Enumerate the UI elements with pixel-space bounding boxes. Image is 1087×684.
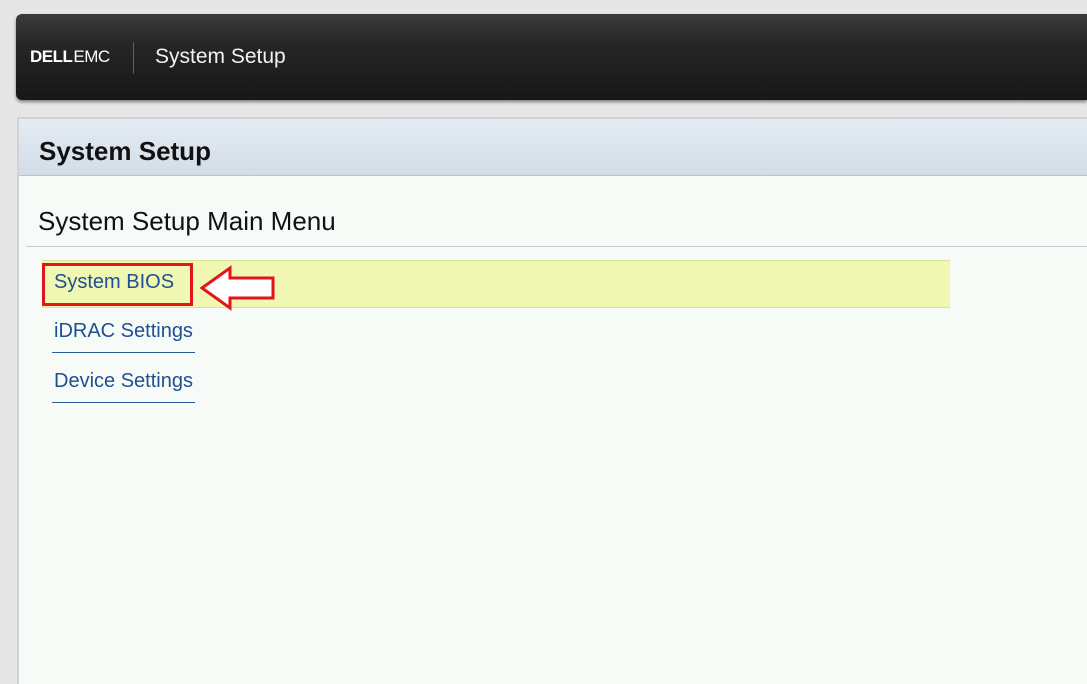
menu-item-device-settings[interactable]: Device Settings (52, 370, 195, 410)
header-divider (133, 42, 134, 74)
top-bar: DELL EMC System Setup (16, 14, 1087, 100)
annotation-highlight-box (42, 263, 193, 306)
menu-heading: System Setup Main Menu (38, 206, 336, 236)
main-panel: System Setup System Setup Main Menu Syst… (17, 117, 1087, 684)
brand-emc-text: EMC (73, 47, 110, 66)
menu-item-label[interactable]: iDRAC Settings (52, 320, 195, 353)
page-title: System Setup (39, 136, 211, 166)
heading-divider (26, 246, 1087, 247)
left-arrow-outline-icon (199, 265, 275, 311)
brand-dell-text: DELL (30, 47, 73, 66)
panel-header: System Setup (19, 119, 1087, 176)
menu-item-label[interactable]: Device Settings (52, 370, 195, 403)
dell-emc-logo: DELL EMC (30, 47, 110, 67)
app-title: System Setup (155, 45, 286, 68)
menu-item-idrac-settings[interactable]: iDRAC Settings (52, 320, 195, 360)
